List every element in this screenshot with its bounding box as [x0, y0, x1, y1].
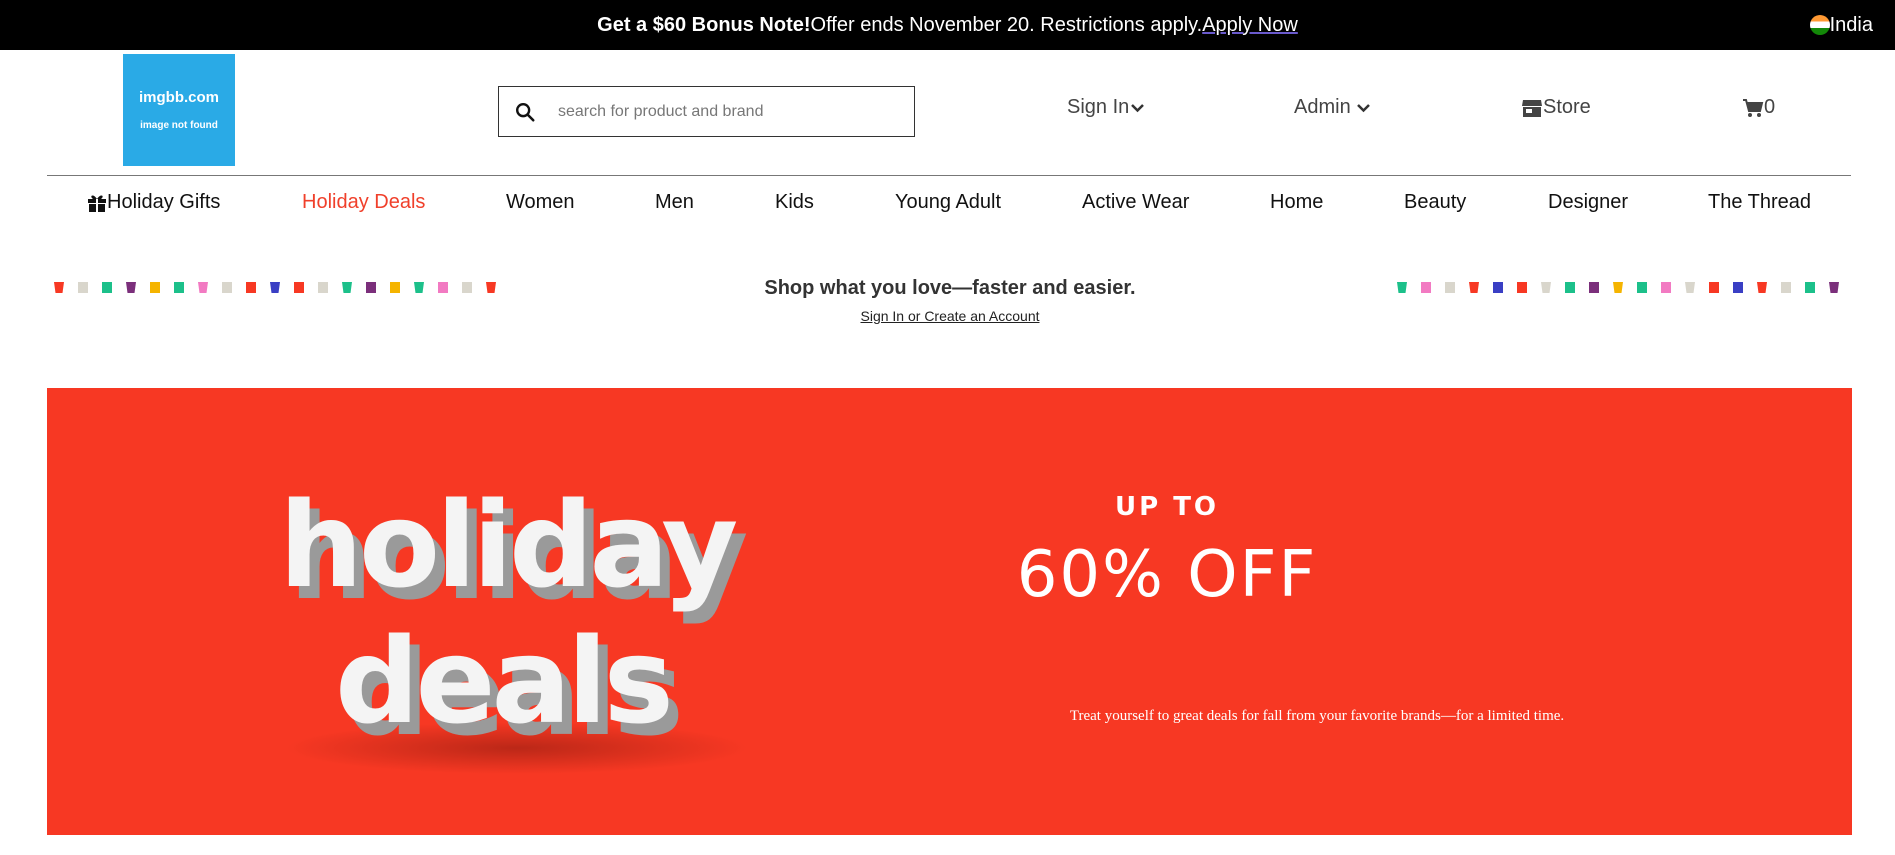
decorative-dot: [318, 282, 328, 293]
search-input[interactable]: [556, 101, 780, 122]
sign-in-label: Sign In: [1067, 96, 1130, 118]
decorative-dot: [1517, 282, 1527, 293]
decorative-dot: [198, 282, 208, 293]
decorative-dot: [342, 282, 352, 293]
decorative-dot: [1757, 282, 1767, 293]
sign-in-menu[interactable]: Sign In: [1067, 96, 1145, 119]
svg-text:deals: deals: [335, 612, 670, 750]
search-box: [498, 86, 915, 137]
decorative-dot: [1637, 282, 1647, 293]
decorative-dot: [1493, 282, 1503, 293]
promo-bold-text: Get a $60 Bonus Note!: [597, 13, 811, 36]
nav-label: Designer: [1548, 191, 1629, 213]
nav-item-men[interactable]: Men: [655, 191, 694, 214]
cart-link[interactable]: 0: [1742, 96, 1775, 119]
decorative-dot: [1781, 282, 1791, 293]
nav-item-designer[interactable]: Designer: [1548, 191, 1628, 214]
decorative-dot: [1397, 282, 1407, 293]
admin-label: Admin: [1294, 96, 1351, 118]
store-link[interactable]: Store: [1521, 96, 1591, 119]
decorative-dot: [150, 282, 160, 293]
nav-label: Holiday Deals: [302, 191, 426, 213]
sign-in-create-account-link[interactable]: Sign In or Create an Account: [664, 308, 1236, 324]
search-icon[interactable]: [514, 101, 536, 123]
nav-label: The Thread: [1708, 191, 1812, 213]
decorative-dot: [1661, 282, 1671, 293]
decorative-dot: [246, 282, 256, 293]
nav-label: Kids: [775, 191, 814, 213]
decorative-dot: [222, 282, 232, 293]
cart-count: 0: [1764, 96, 1776, 118]
logo-title: imgbb.com: [138, 89, 219, 106]
decorative-dot: [462, 282, 472, 293]
region-label: India: [1829, 13, 1873, 36]
hero-description: Treat yourself to great deals for fall f…: [1069, 708, 1565, 724]
decorative-dot: [1445, 282, 1455, 293]
admin-menu[interactable]: Admin: [1294, 96, 1371, 119]
nav-item-women[interactable]: Women: [506, 191, 575, 214]
logo-subtitle: image not found: [140, 120, 218, 131]
decorative-dot: [1541, 282, 1551, 293]
nav-item-young-adult[interactable]: Young Adult: [895, 191, 1001, 214]
nav-label: Home: [1270, 191, 1324, 213]
decorative-dot: [1709, 282, 1719, 293]
shop-message: Shop what you love—faster and easier.: [764, 277, 1136, 299]
nav-item-home[interactable]: Home: [1270, 191, 1323, 214]
decorative-dot: [1469, 282, 1479, 293]
nav-item-active-wear[interactable]: Active Wear: [1082, 191, 1189, 214]
chevron-down-icon: [1356, 103, 1370, 112]
decorative-dot: [294, 282, 304, 293]
header-divider: [47, 175, 1851, 176]
holiday-deals-artwork: holiday holiday deals deals: [279, 476, 750, 774]
decorative-dot: [78, 282, 88, 293]
svg-text:holiday: holiday: [279, 476, 736, 614]
decorative-dot: [1733, 282, 1743, 293]
decorative-dot: [438, 282, 448, 293]
gift-icon: [88, 195, 106, 212]
decorative-dot: [1421, 282, 1431, 293]
nav-item-the-thread[interactable]: The Thread: [1708, 191, 1811, 214]
decorative-dot: [414, 282, 424, 293]
decorative-dot: [1565, 282, 1575, 293]
decorative-dot: [1589, 282, 1599, 293]
cart-icon: [1743, 98, 1764, 117]
decorative-dot: [270, 282, 280, 293]
store-icon: [1522, 99, 1542, 117]
decorative-dot: [54, 282, 64, 293]
promo-bar: Get a $60 Bonus Note! Offer ends Novembe…: [0, 0, 1895, 50]
decorative-dot: [1829, 282, 1839, 293]
nav-label: Young Adult: [895, 191, 1002, 213]
nav-label: Holiday Gifts: [107, 191, 221, 213]
nav-label: Beauty: [1404, 191, 1467, 213]
site-logo[interactable]: imgbb.com image not found: [123, 54, 235, 166]
nav-label: Women: [506, 191, 575, 213]
region-selector[interactable]: India: [1809, 0, 1873, 50]
nav-label: Active Wear: [1082, 191, 1190, 213]
nav-label: Men: [655, 191, 694, 213]
decorative-dot: [486, 282, 496, 293]
store-label: Store: [1543, 96, 1591, 118]
decorative-dot: [1685, 282, 1695, 293]
decorative-dot: [366, 282, 376, 293]
nav-item-kids[interactable]: Kids: [775, 191, 814, 214]
decorative-dot: [1805, 282, 1815, 293]
hero-up-to: UP TO: [1114, 492, 1220, 522]
holiday-deals-banner[interactable]: holiday holiday deals deals UP TO 60% OF…: [47, 388, 1852, 835]
decorative-dots-left: [54, 282, 510, 293]
apply-now-link[interactable]: Apply Now: [1202, 14, 1298, 37]
nav-item-beauty[interactable]: Beauty: [1404, 191, 1466, 214]
decorative-dots-right: [1397, 282, 1853, 293]
india-flag-icon: [1809, 15, 1830, 35]
decorative-dot: [174, 282, 184, 293]
nav-item-holiday-gifts[interactable]: Holiday Gifts: [87, 191, 220, 214]
nav-item-holiday-deals[interactable]: Holiday Deals: [302, 191, 425, 214]
hero-discount: 60% OFF: [1016, 538, 1318, 612]
decorative-dot: [126, 282, 136, 293]
chevron-down-icon: [1131, 103, 1145, 112]
decorative-dot: [390, 282, 400, 293]
promo-text: Offer ends November 20. Restrictions app…: [810, 13, 1203, 36]
decorative-dot: [102, 282, 112, 293]
decorative-dot: [1613, 282, 1623, 293]
